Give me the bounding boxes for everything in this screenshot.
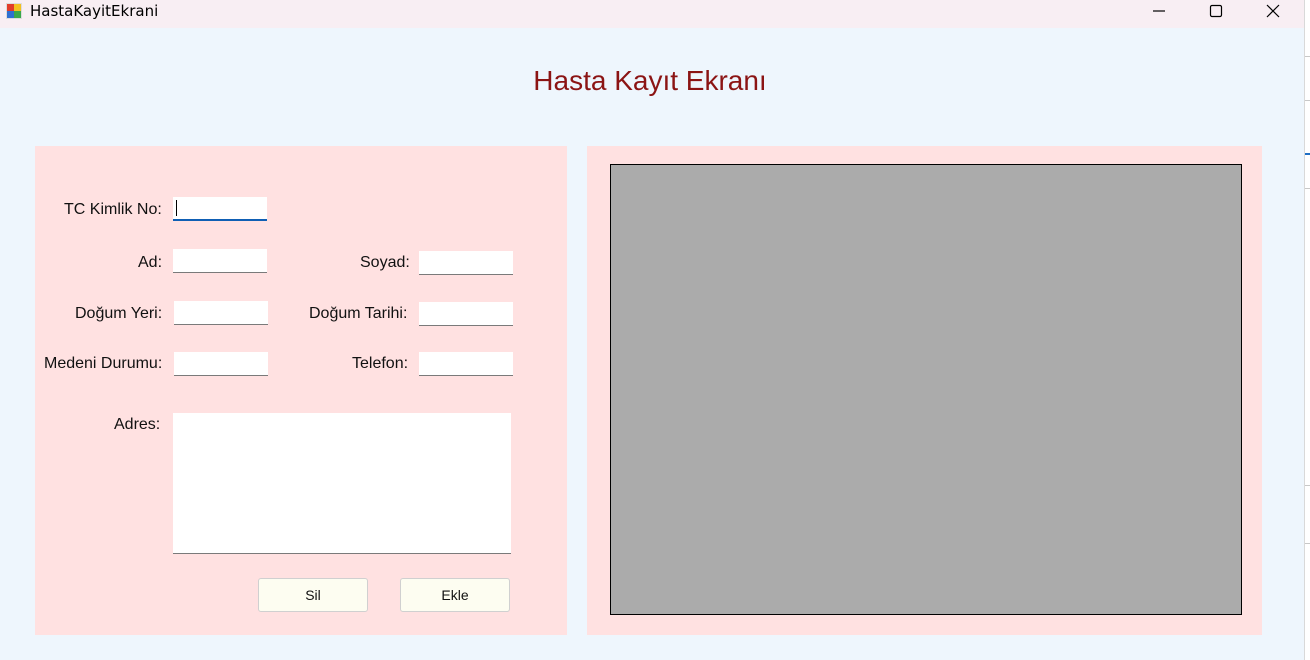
ad-label: Ad: bbox=[138, 254, 163, 271]
window-title: HastaKayitEkrani bbox=[30, 2, 159, 20]
medeni-durum-label: Medeni Durumu: bbox=[44, 355, 163, 372]
text-caret bbox=[176, 200, 177, 216]
edge-divider bbox=[1305, 188, 1310, 189]
app-icon bbox=[6, 3, 22, 19]
add-button[interactable]: Ekle bbox=[400, 578, 510, 612]
close-icon bbox=[1266, 4, 1280, 18]
soyad-label: Soyad: bbox=[360, 254, 410, 271]
delete-button[interactable]: Sil bbox=[258, 578, 368, 612]
dogum-yeri-input[interactable] bbox=[174, 301, 268, 325]
tc-input[interactable] bbox=[173, 197, 267, 221]
dogum-tarihi-label: Doğum Tarihi: bbox=[309, 305, 408, 322]
ad-input[interactable] bbox=[173, 249, 267, 273]
minimize-icon bbox=[1153, 10, 1165, 12]
page-title: Hasta Kayıt Ekranı bbox=[533, 65, 767, 96]
form-panel bbox=[35, 146, 567, 635]
telefon-label: Telefon: bbox=[352, 355, 409, 372]
medeni-durum-input[interactable] bbox=[174, 352, 268, 376]
patient-picture-box bbox=[610, 164, 1242, 615]
dogum-tarihi-input[interactable] bbox=[419, 302, 513, 326]
maximize-icon bbox=[1209, 4, 1223, 18]
edge-divider bbox=[1305, 543, 1310, 544]
maximize-button[interactable] bbox=[1193, 0, 1239, 22]
edge-divider bbox=[1305, 56, 1310, 57]
adres-label: Adres: bbox=[114, 416, 161, 433]
edge-divider bbox=[1305, 485, 1310, 486]
edge-divider bbox=[1305, 100, 1310, 101]
soyad-input[interactable] bbox=[419, 251, 513, 275]
tc-label: TC Kimlik No: bbox=[64, 201, 162, 218]
telefon-input[interactable] bbox=[419, 352, 513, 376]
adres-textarea[interactable] bbox=[173, 413, 511, 554]
dogum-yeri-label: Doğum Yeri: bbox=[75, 305, 163, 322]
window-titlebar: HastaKayitEkrani bbox=[0, 0, 1304, 28]
close-button[interactable] bbox=[1250, 0, 1296, 22]
edge-accent bbox=[1305, 153, 1310, 155]
minimize-button[interactable] bbox=[1136, 0, 1182, 22]
background-window-edge bbox=[1304, 0, 1310, 660]
